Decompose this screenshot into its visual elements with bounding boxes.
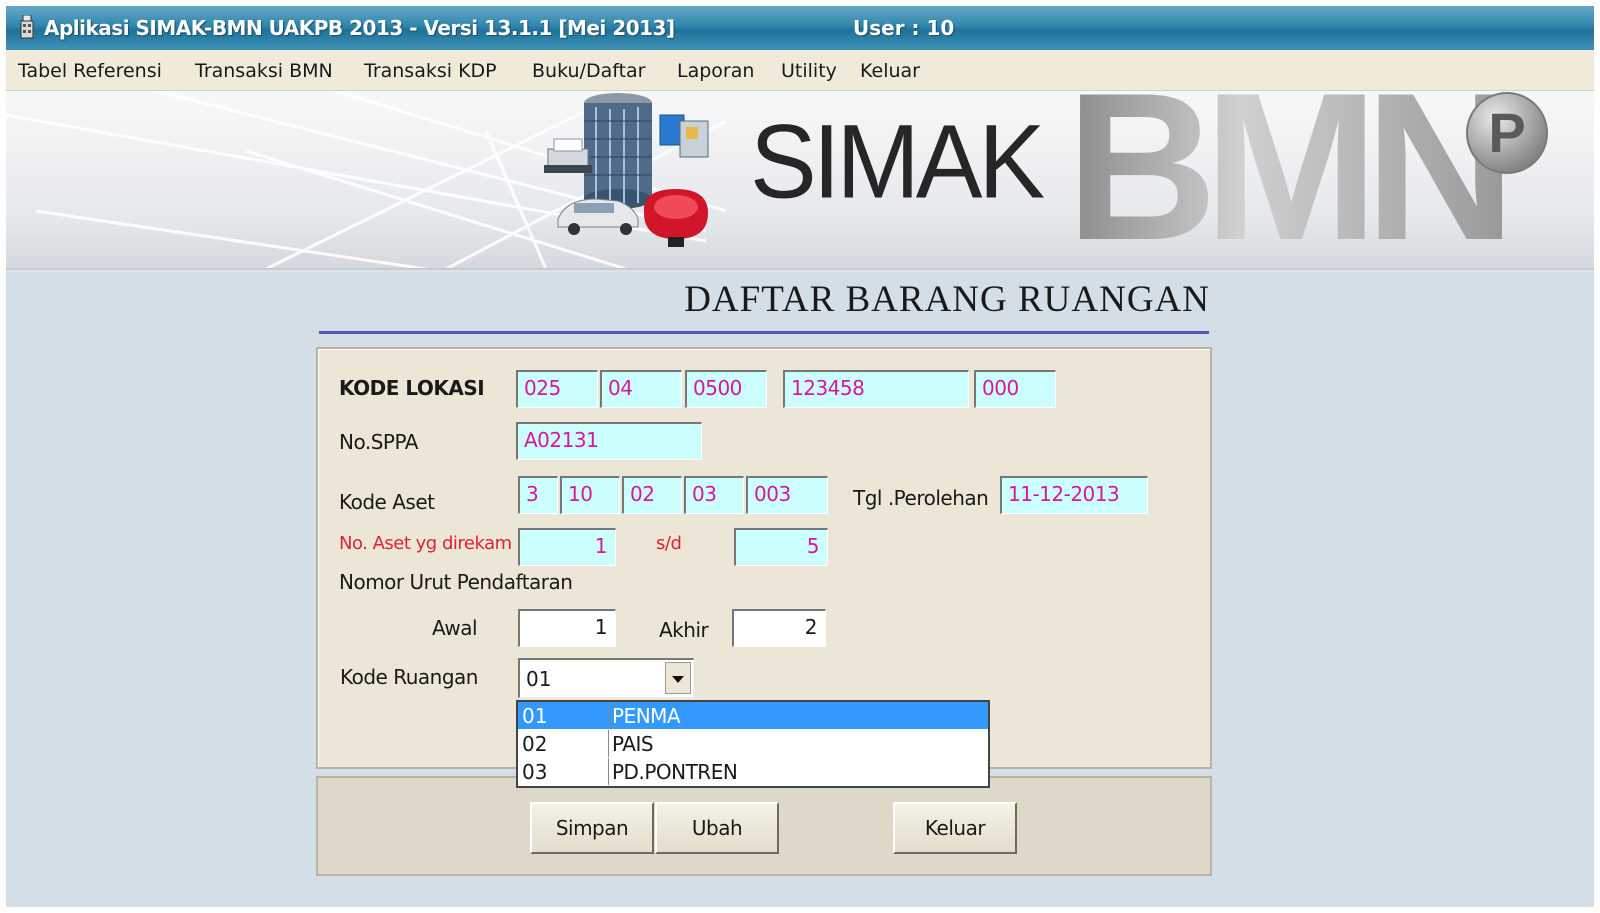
awal-label: Awal xyxy=(432,616,478,640)
kode-aset-field-5[interactable]: 003 xyxy=(746,476,828,514)
option-code: 03 xyxy=(522,760,548,784)
kode-lokasi-field-1[interactable]: 025 xyxy=(516,370,598,408)
nomor-urut-label: Nomor Urut Pendaftaran xyxy=(339,570,573,594)
option-divider xyxy=(608,730,609,757)
option-code: 02 xyxy=(522,732,548,756)
dropdown-option-03[interactable]: 03 PD.PONTREN xyxy=(518,758,988,785)
menu-keluar[interactable]: Keluar xyxy=(860,60,920,82)
kode-lokasi-field-4[interactable]: 123458 xyxy=(783,370,969,408)
no-aset-label: No. Aset yg direkam xyxy=(339,533,512,554)
option-code: 01 xyxy=(522,704,548,728)
menu-laporan[interactable]: Laporan xyxy=(677,60,754,82)
no-aset-from-field[interactable]: 1 xyxy=(518,528,616,566)
option-name: PD.PONTREN xyxy=(612,760,738,784)
kode-aset-field-3[interactable]: 02 xyxy=(622,476,682,514)
app-window: Aplikasi SIMAK-BMN UAKPB 2013 - Versi 13… xyxy=(6,6,1594,907)
tgl-perolehan-field[interactable]: 11-12-2013 xyxy=(1000,476,1148,514)
kode-aset-label: Kode Aset xyxy=(339,490,435,514)
option-divider xyxy=(608,702,609,729)
option-name: PAIS xyxy=(612,732,654,756)
chevron-down-icon xyxy=(672,676,684,683)
menu-transaksi-kdp[interactable]: Transaksi KDP xyxy=(364,60,497,82)
kode-aset-field-4[interactable]: 03 xyxy=(684,476,744,514)
kode-lokasi-field-2[interactable]: 04 xyxy=(600,370,682,408)
kode-ruangan-label: Kode Ruangan xyxy=(340,665,478,689)
building-icon xyxy=(584,93,652,209)
logo-badge: P xyxy=(1466,92,1548,174)
kode-ruangan-dropdown-list: 01 PENMA 02 PAIS 03 PD.PONTREN xyxy=(516,700,990,788)
car-icon xyxy=(557,198,639,235)
logo-badge-letter: P xyxy=(1488,101,1526,164)
user-label: User : 10 xyxy=(853,16,955,40)
no-sppa-label: No.SPPA xyxy=(339,430,418,454)
menu-buku-daftar[interactable]: Buku/Daftar xyxy=(532,60,645,82)
option-divider xyxy=(608,758,609,785)
dropdown-option-02[interactable]: 02 PAIS xyxy=(518,730,988,757)
kode-lokasi-label: KODE LOKASI xyxy=(339,376,485,400)
window-title: Aplikasi SIMAK-BMN UAKPB 2013 - Versi 13… xyxy=(44,16,675,40)
akhir-label: Akhir xyxy=(659,618,709,642)
option-name: PENMA xyxy=(612,704,681,728)
logo-bmn: BMN xyxy=(1066,49,1516,284)
menu-transaksi-bmn[interactable]: Transaksi BMN xyxy=(195,60,333,82)
ubah-button[interactable]: Ubah xyxy=(655,802,779,854)
simpan-button[interactable]: Simpan xyxy=(530,802,654,854)
title-bar[interactable]: Aplikasi SIMAK-BMN UAKPB 2013 - Versi 13… xyxy=(6,6,1594,50)
kode-ruangan-combo[interactable]: 01 xyxy=(518,658,694,698)
akhir-field[interactable]: 2 xyxy=(732,609,826,647)
kode-aset-field-2[interactable]: 10 xyxy=(560,476,620,514)
kode-ruangan-value: 01 xyxy=(526,667,552,691)
kode-lokasi-field-3[interactable]: 0500 xyxy=(685,370,767,408)
title-rule xyxy=(319,331,1209,334)
no-sppa-field[interactable]: A02131 xyxy=(516,422,702,460)
dropdown-option-01[interactable]: 01 PENMA xyxy=(518,702,988,729)
kode-lokasi-field-5[interactable]: 000 xyxy=(974,370,1056,408)
awal-field[interactable]: 1 xyxy=(518,609,616,647)
keluar-button[interactable]: Keluar xyxy=(893,802,1017,854)
kode-aset-field-1[interactable]: 3 xyxy=(518,476,558,514)
app-icon xyxy=(20,15,34,39)
logo-simak: SIMAK xyxy=(750,103,1045,221)
menu-utility[interactable]: Utility xyxy=(781,60,837,82)
no-aset-sd-label: s/d xyxy=(656,533,682,554)
no-aset-to-field[interactable]: 5 xyxy=(734,528,828,566)
page-title: DAFTAR BARANG RUANGAN xyxy=(684,279,1210,320)
tgl-perolehan-label: Tgl .Perolehan xyxy=(853,486,989,510)
menu-tabel-referensi[interactable]: Tabel Referensi xyxy=(18,60,162,82)
kode-ruangan-dropdown-button[interactable] xyxy=(665,662,691,694)
